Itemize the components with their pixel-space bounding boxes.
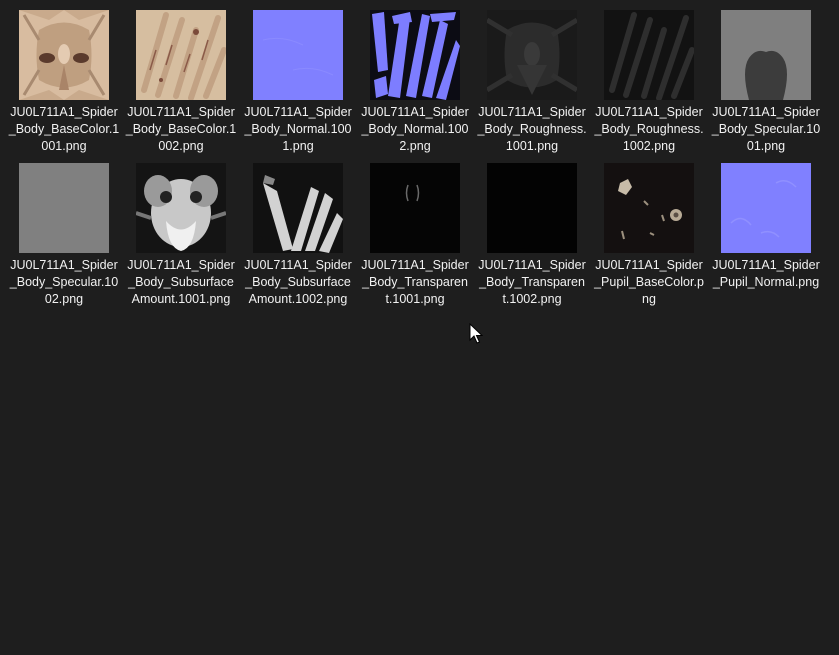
file-thumbnail[interactable]	[604, 163, 694, 253]
file-item[interactable]: JU0L711A1_Spider_Body_Normal.1002.png	[359, 10, 471, 160]
file-item[interactable]: JU0L711A1_Spider_Pupil_BaseColor.png	[593, 163, 705, 313]
file-thumbnail[interactable]	[136, 163, 226, 253]
mouse-cursor-icon	[469, 323, 483, 344]
file-name-label: JU0L711A1_Spider_Body_Normal.1002.png	[361, 105, 469, 153]
file-name-label: JU0L711A1_Spider_Body_SubsurfaceAmount.1…	[127, 258, 235, 306]
file-item[interactable]: JU0L711A1_Spider_Body_Specular.1002.png	[8, 163, 120, 313]
file-thumbnail[interactable]	[487, 163, 577, 253]
file-name-label: JU0L711A1_Spider_Body_Specular.1002.png	[9, 258, 119, 306]
file-name-label: JU0L711A1_Spider_Body_Roughness.1001.png	[477, 105, 587, 153]
file-item[interactable]: JU0L711A1_Spider_Body_Roughness.1001.png	[476, 10, 588, 160]
file-thumbnail[interactable]	[721, 163, 811, 253]
file-thumbnail[interactable]	[136, 10, 226, 100]
file-thumbnail[interactable]	[721, 10, 811, 100]
file-name-label: JU0L711A1_Spider_Body_Transparent.1001.p…	[361, 258, 469, 306]
file-item[interactable]: JU0L711A1_Spider_Body_BaseColor.1002.png	[125, 10, 237, 160]
file-item[interactable]: JU0L711A1_Spider_Body_SubsurfaceAmount.1…	[242, 163, 354, 313]
file-item[interactable]: JU0L711A1_Spider_Body_Transparent.1002.p…	[476, 163, 588, 313]
file-thumbnail[interactable]	[253, 163, 343, 253]
file-name-label: JU0L711A1_Spider_Body_SubsurfaceAmount.1…	[244, 258, 352, 306]
file-grid: JU0L711A1_Spider_Body_BaseColor.1001.png…	[0, 0, 839, 655]
file-name-label: JU0L711A1_Spider_Pupil_Normal.png	[712, 258, 820, 289]
file-item[interactable]: JU0L711A1_Spider_Body_Specular.1001.png	[710, 10, 822, 160]
file-thumbnail[interactable]	[370, 10, 460, 100]
file-thumbnail[interactable]	[604, 10, 694, 100]
file-thumbnail[interactable]	[487, 10, 577, 100]
file-name-label: JU0L711A1_Spider_Body_BaseColor.1001.png	[8, 105, 120, 153]
file-name-label: JU0L711A1_Spider_Body_Specular.1001.png	[711, 105, 821, 153]
file-item[interactable]: JU0L711A1_Spider_Body_Normal.1001.png	[242, 10, 354, 160]
file-item[interactable]: JU0L711A1_Spider_Pupil_Normal.png	[710, 163, 822, 313]
file-thumbnail[interactable]	[253, 10, 343, 100]
file-name-label: JU0L711A1_Spider_Body_Transparent.1002.p…	[478, 258, 586, 306]
file-thumbnail[interactable]	[19, 163, 109, 253]
file-name-label: JU0L711A1_Spider_Pupil_BaseColor.png	[594, 258, 704, 306]
file-name-label: JU0L711A1_Spider_Body_BaseColor.1002.png	[125, 105, 237, 153]
file-item[interactable]: JU0L711A1_Spider_Body_BaseColor.1001.png	[8, 10, 120, 160]
file-thumbnail[interactable]	[370, 163, 460, 253]
file-item[interactable]: JU0L711A1_Spider_Body_Transparent.1001.p…	[359, 163, 471, 313]
file-thumbnail[interactable]	[19, 10, 109, 100]
file-name-label: JU0L711A1_Spider_Body_Roughness.1002.png	[594, 105, 704, 153]
file-name-label: JU0L711A1_Spider_Body_Normal.1001.png	[244, 105, 352, 153]
file-item[interactable]: JU0L711A1_Spider_Body_Roughness.1002.png	[593, 10, 705, 160]
file-item[interactable]: JU0L711A1_Spider_Body_SubsurfaceAmount.1…	[125, 163, 237, 313]
